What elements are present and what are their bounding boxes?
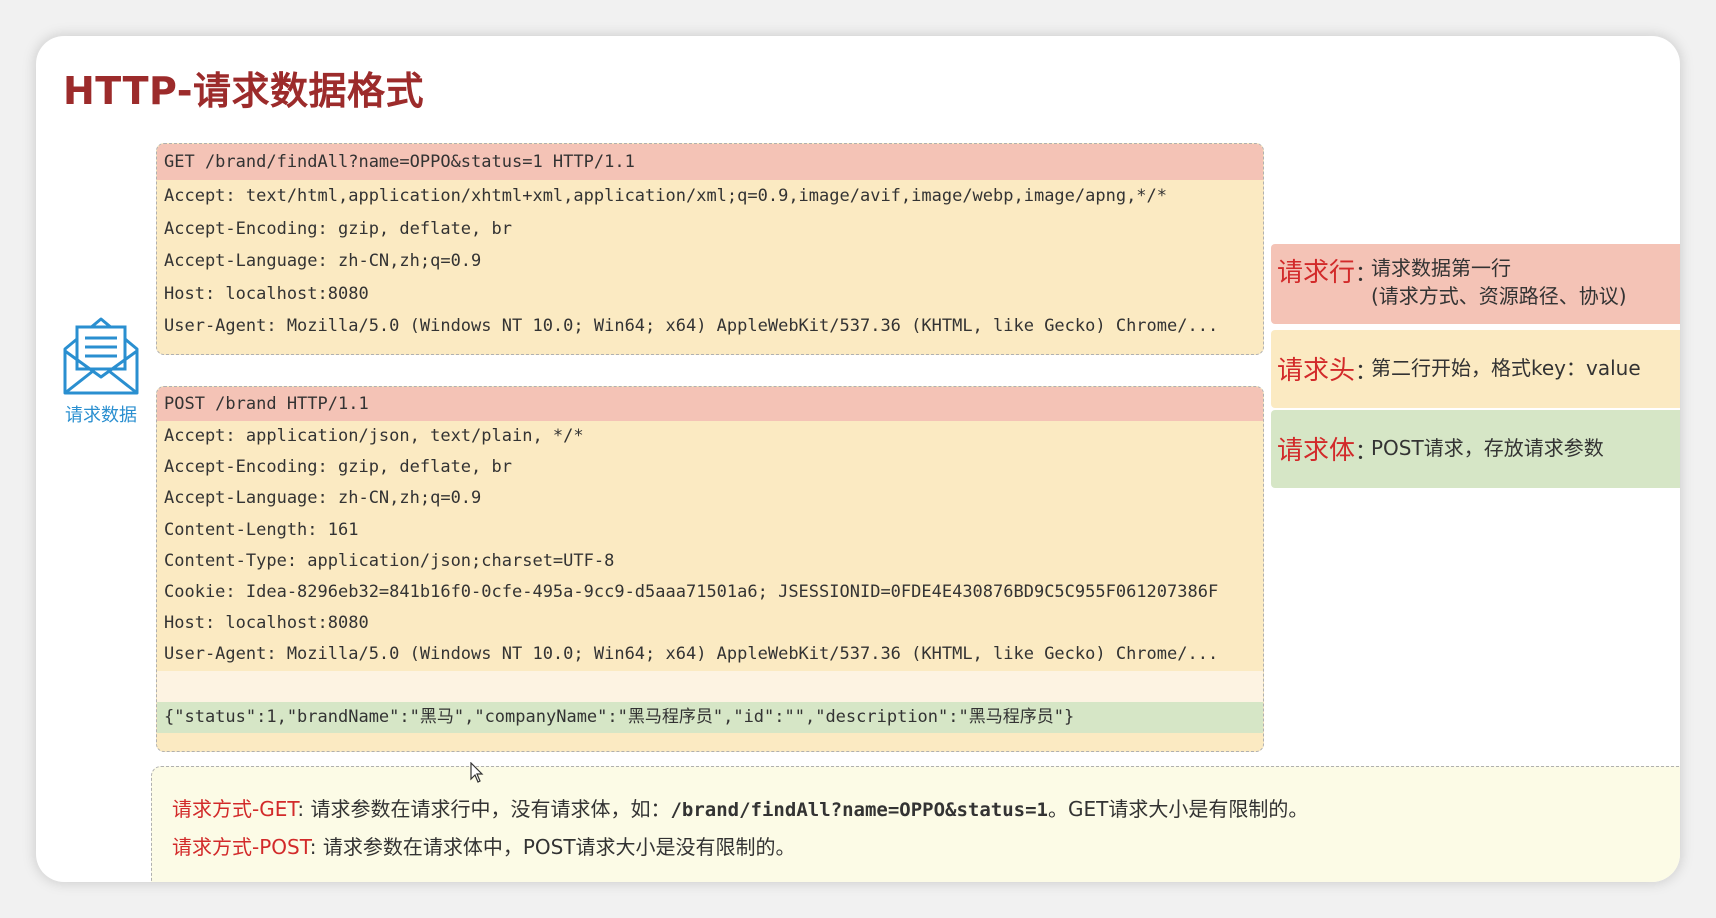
legend-desc: POST请求，存放请求参数	[1371, 436, 1604, 460]
legend-key: 请求行：	[1277, 258, 1378, 288]
legend-key: 请求体：	[1277, 436, 1378, 466]
post-header-line: Content-Length: 161	[164, 519, 359, 540]
post-request-example: POST /brand HTTP/1.1 Accept: application…	[156, 386, 1264, 752]
get-header-line: Accept-Language: zh-CN,zh;q=0.9	[164, 251, 482, 271]
get-header-line: User-Agent: Mozilla/5.0 (Windows NT 10.0…	[164, 316, 1219, 336]
note-post-key: 请求方式-POST	[172, 835, 310, 859]
post-header-line: Accept-Language: zh-CN,zh;q=0.9	[164, 488, 482, 509]
get-header-line: Accept-Encoding: gzip, deflate, br	[164, 218, 512, 239]
note-get-code: /brand/findAll?name=OPPO&status=1	[670, 799, 1048, 821]
note-post: 请求方式-POST: 请求参数在请求体中，POST请求大小是没有限制的。	[172, 831, 796, 860]
post-header-line: Accept-Encoding: gzip, deflate, br	[164, 457, 512, 478]
legend-request-body: 请求体： POST请求，存放请求参数	[1271, 410, 1680, 488]
envelope-label: 请求数据	[65, 405, 137, 426]
slide: HTTP-请求数据格式 请求数据 GET /brand/findAll?name…	[36, 36, 1680, 882]
get-request-line: GET /brand/findAll?name=OPPO&status=1 HT…	[157, 144, 1263, 180]
post-blank-line	[157, 670, 1263, 702]
post-header-line: Accept: application/json, text/plain, */…	[164, 426, 584, 446]
post-header-line: Cookie: Idea-8296eb32=841b16f0-0cfe-495a…	[164, 581, 1219, 602]
legend-desc: 第二行开始，格式key：value	[1371, 356, 1641, 380]
note-get: 请求方式-GET: 请求参数在请求行中，没有请求体，如：/brand/findA…	[172, 793, 1308, 822]
post-header-line: User-Agent: Mozilla/5.0 (Windows NT 10.0…	[164, 644, 1219, 665]
mouse-cursor-icon	[470, 762, 484, 783]
post-request-line: POST /brand HTTP/1.1	[157, 387, 1263, 421]
get-header-line: Accept: text/html,application/xhtml+xml,…	[164, 186, 1168, 206]
legend-request-line: 请求行： 请求数据第一行 (请求方式、资源路径、协议)	[1271, 244, 1680, 324]
post-header-line: Host: localhost:8080	[164, 613, 369, 634]
note-post-text: : 请求参数在请求体中，POST请求大小是没有限制的。	[309, 835, 796, 859]
get-header-line: Host: localhost:8080	[164, 283, 369, 304]
post-request-body: {"status":1,"brandName":"黑马","companyNam…	[157, 701, 1263, 733]
get-request-example: GET /brand/findAll?name=OPPO&status=1 HT…	[156, 143, 1264, 355]
legend-desc: 请求数据第一行 (请求方式、资源路径、协议)	[1371, 256, 1627, 308]
note-get-key: 请求方式-GET	[172, 797, 298, 821]
note-get-text: : 请求参数在请求行中，没有请求体，如：	[297, 797, 671, 821]
envelope-icon	[63, 317, 139, 395]
note-get-text-end: 。GET请求大小是有限制的。	[1047, 797, 1309, 821]
notes-box: 请求方式-GET: 请求参数在请求行中，没有请求体，如：/brand/findA…	[151, 766, 1680, 882]
request-data-envelope: 请求数据	[56, 311, 146, 427]
legend-key: 请求头：	[1277, 356, 1378, 386]
legend-request-header: 请求头： 第二行开始，格式key：value	[1271, 330, 1680, 408]
post-header-line: Content-Type: application/json;charset=U…	[164, 550, 615, 571]
slide-title: HTTP-请求数据格式	[63, 69, 424, 113]
